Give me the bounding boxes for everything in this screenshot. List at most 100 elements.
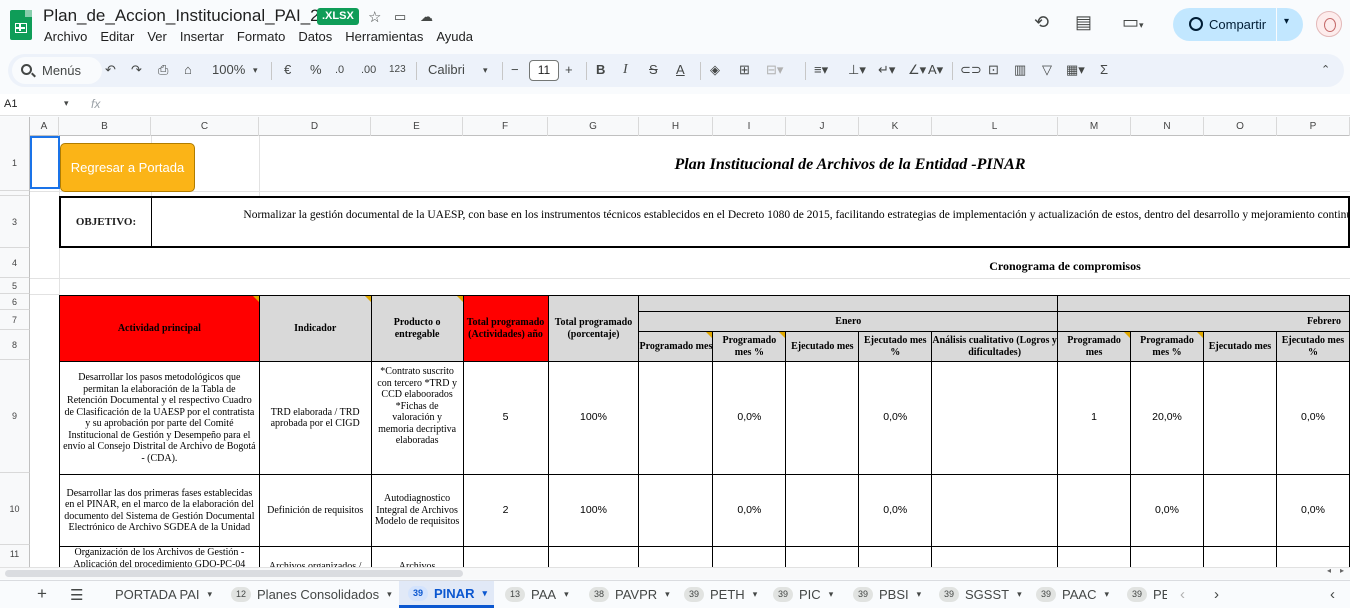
- tab-chevron-down-icon[interactable]: ▾: [387, 589, 392, 600]
- column-header[interactable]: C: [151, 117, 259, 136]
- cell-feb-ejec[interactable]: [1202, 474, 1277, 547]
- selected-cell[interactable]: [30, 136, 60, 189]
- cell-feb-ejec-pct[interactable]: 0,0%: [1275, 361, 1350, 475]
- menus-search[interactable]: Menús: [12, 57, 102, 84]
- tab-pinar[interactable]: 39 PINAR ▾: [399, 581, 494, 608]
- header-month-enero[interactable]: Enero: [638, 311, 1059, 332]
- menu-editar[interactable]: Editar: [100, 29, 134, 44]
- borders-icon[interactable]: ⊞: [739, 62, 750, 78]
- scroll-right-icon[interactable]: ▸: [1340, 566, 1344, 575]
- strikethrough-icon[interactable]: S: [649, 62, 658, 78]
- horizontal-align-icon[interactable]: ≡▾: [814, 62, 828, 78]
- spreadsheet-grid[interactable]: A B C D E F G H I J K L M N O P 1 3 4 5 …: [0, 117, 1350, 578]
- cloud-status-icon[interactable]: ☁: [420, 9, 433, 25]
- zoom-chevron-down-icon[interactable]: ▾: [253, 62, 258, 78]
- column-header[interactable]: M: [1058, 117, 1131, 136]
- column-header[interactable]: E: [371, 117, 463, 136]
- currency-format-button[interactable]: €: [284, 62, 291, 78]
- collapse-toolbar-chevron-icon[interactable]: ⌃: [1321, 62, 1330, 78]
- tab-pic[interactable]: 39 PIC ▾: [765, 581, 845, 608]
- row-header[interactable]: 10: [0, 473, 30, 545]
- column-header[interactable]: N: [1131, 117, 1204, 136]
- header-ene-analisis[interactable]: Análisis cualitativo (Logros y dificulta…: [931, 331, 1059, 362]
- tab-chevron-down-icon[interactable]: ▾: [829, 589, 834, 600]
- tab-sgsst[interactable]: 39 SGSST ▾: [931, 581, 1028, 608]
- row-header[interactable]: 4: [0, 248, 30, 278]
- row-header[interactable]: 8: [0, 330, 30, 360]
- cell-feb-ejec[interactable]: [1202, 361, 1277, 475]
- header-ene-programado-mes-pct[interactable]: Programado mes %: [712, 331, 787, 362]
- header-indicador[interactable]: Indicador: [258, 295, 372, 362]
- header-ene-ejecutado-mes-pct[interactable]: Ejecutado mes %: [858, 331, 933, 362]
- text-wrap-icon[interactable]: ↵▾: [878, 62, 895, 78]
- tab-paac[interactable]: 39 PAAC ▾: [1028, 581, 1119, 608]
- row-header[interactable]: 7: [0, 310, 30, 330]
- header-feb-ejecutado-mes[interactable]: Ejecutado mes: [1202, 331, 1277, 362]
- column-header[interactable]: I: [713, 117, 786, 136]
- header-ene-ejecutado-mes[interactable]: Ejecutado mes: [785, 331, 860, 362]
- row-header[interactable]: 6: [0, 294, 30, 310]
- cell-total-actividades[interactable]: 5: [462, 361, 549, 475]
- share-options-chevron-icon[interactable]: ▾: [1284, 16, 1289, 27]
- cell-ene-ejec[interactable]: [785, 361, 860, 475]
- tab-chevron-down-icon[interactable]: ▾: [665, 589, 670, 600]
- fill-color-icon[interactable]: ◈: [710, 62, 720, 78]
- cell-ene-analisis[interactable]: [931, 361, 1059, 475]
- cell-actividad[interactable]: Desarrollar las dos primeras fases estab…: [59, 474, 260, 547]
- increase-decimals-button[interactable]: .00: [361, 62, 376, 78]
- back-to-cover-button[interactable]: Regresar a Portada: [60, 143, 195, 192]
- cell-producto[interactable]: *Contrato suscrito con tercero *TRD y CC…: [370, 361, 464, 475]
- insert-comment-icon[interactable]: ⊡: [988, 62, 999, 78]
- percent-format-button[interactable]: %: [310, 62, 322, 78]
- cell-feb-prog[interactable]: 1: [1057, 361, 1132, 475]
- cell-ene-ejec-pct[interactable]: 0,0%: [858, 474, 933, 547]
- cell-feb-ejec-pct[interactable]: 0,0%: [1275, 474, 1350, 547]
- header-total-porcentaje[interactable]: Total programado (porcentaje): [547, 295, 640, 362]
- sheets-logo-icon[interactable]: [10, 10, 32, 40]
- scroll-tabs-left-icon[interactable]: ‹: [1180, 586, 1185, 603]
- tab-pe[interactable]: 39 PE: [1119, 581, 1167, 608]
- name-box-chevron-down-icon[interactable]: ▾: [64, 98, 69, 109]
- filter-icon[interactable]: ▽: [1042, 62, 1052, 78]
- tab-portada-pai[interactable]: PORTADA PAI ▾: [104, 581, 222, 608]
- text-color-icon[interactable]: A: [676, 62, 685, 78]
- header-feb-programado-mes[interactable]: Programado mes: [1057, 331, 1132, 362]
- name-box[interactable]: A1: [4, 98, 17, 110]
- text-rotation-icon[interactable]: ∠▾: [908, 62, 926, 78]
- column-header[interactable]: K: [859, 117, 932, 136]
- column-header[interactable]: J: [786, 117, 859, 136]
- redo-icon[interactable]: ↷: [131, 62, 142, 78]
- star-icon[interactable]: ☆: [368, 8, 381, 26]
- header-producto[interactable]: Producto o entregable: [370, 295, 464, 362]
- font-size-increase-icon[interactable]: +: [565, 62, 573, 78]
- comments-icon[interactable]: ▤: [1075, 12, 1092, 33]
- row-header[interactable]: 9: [0, 360, 30, 473]
- tab-planes-consolidados[interactable]: 12 Planes Consolidados ▾: [222, 581, 398, 608]
- cell-feb-prog[interactable]: [1057, 474, 1132, 547]
- paint-format-icon[interactable]: ⌂: [184, 62, 192, 78]
- cell-ene-ejec-pct[interactable]: 0,0%: [858, 361, 933, 475]
- column-header[interactable]: D: [259, 117, 371, 136]
- column-header[interactable]: P: [1277, 117, 1350, 136]
- tab-chevron-down-icon[interactable]: ▾: [208, 589, 213, 600]
- decrease-decimals-button[interactable]: .0: [335, 62, 344, 78]
- menu-insertar[interactable]: Insertar: [180, 29, 224, 44]
- side-panel-toggle-icon[interactable]: ‹: [1330, 586, 1335, 603]
- tab-chevron-down-icon[interactable]: ▾: [917, 589, 922, 600]
- menu-herramientas[interactable]: Herramientas: [345, 29, 423, 44]
- bold-icon[interactable]: B: [596, 62, 605, 78]
- tab-chevron-down-icon[interactable]: ▾: [482, 588, 487, 599]
- cell-total-porcentaje[interactable]: 100%: [547, 474, 640, 547]
- tab-pbsi[interactable]: 39 PBSI ▾: [845, 581, 930, 608]
- menu-formato[interactable]: Formato: [237, 29, 285, 44]
- tab-chevron-down-icon[interactable]: ▾: [564, 589, 569, 600]
- cell-total-actividades[interactable]: 2: [462, 474, 549, 547]
- menu-ayuda[interactable]: Ayuda: [436, 29, 473, 44]
- header-feb-ejecutado-mes-pct[interactable]: Ejecutado mes %: [1275, 331, 1350, 362]
- add-sheet-icon[interactable]: +: [37, 584, 47, 604]
- cell-ene-analisis[interactable]: [931, 474, 1059, 547]
- column-header[interactable]: G: [548, 117, 639, 136]
- move-folder-icon[interactable]: ▭: [394, 9, 406, 25]
- column-header[interactable]: F: [463, 117, 548, 136]
- scroll-left-icon[interactable]: ◂: [1327, 566, 1331, 575]
